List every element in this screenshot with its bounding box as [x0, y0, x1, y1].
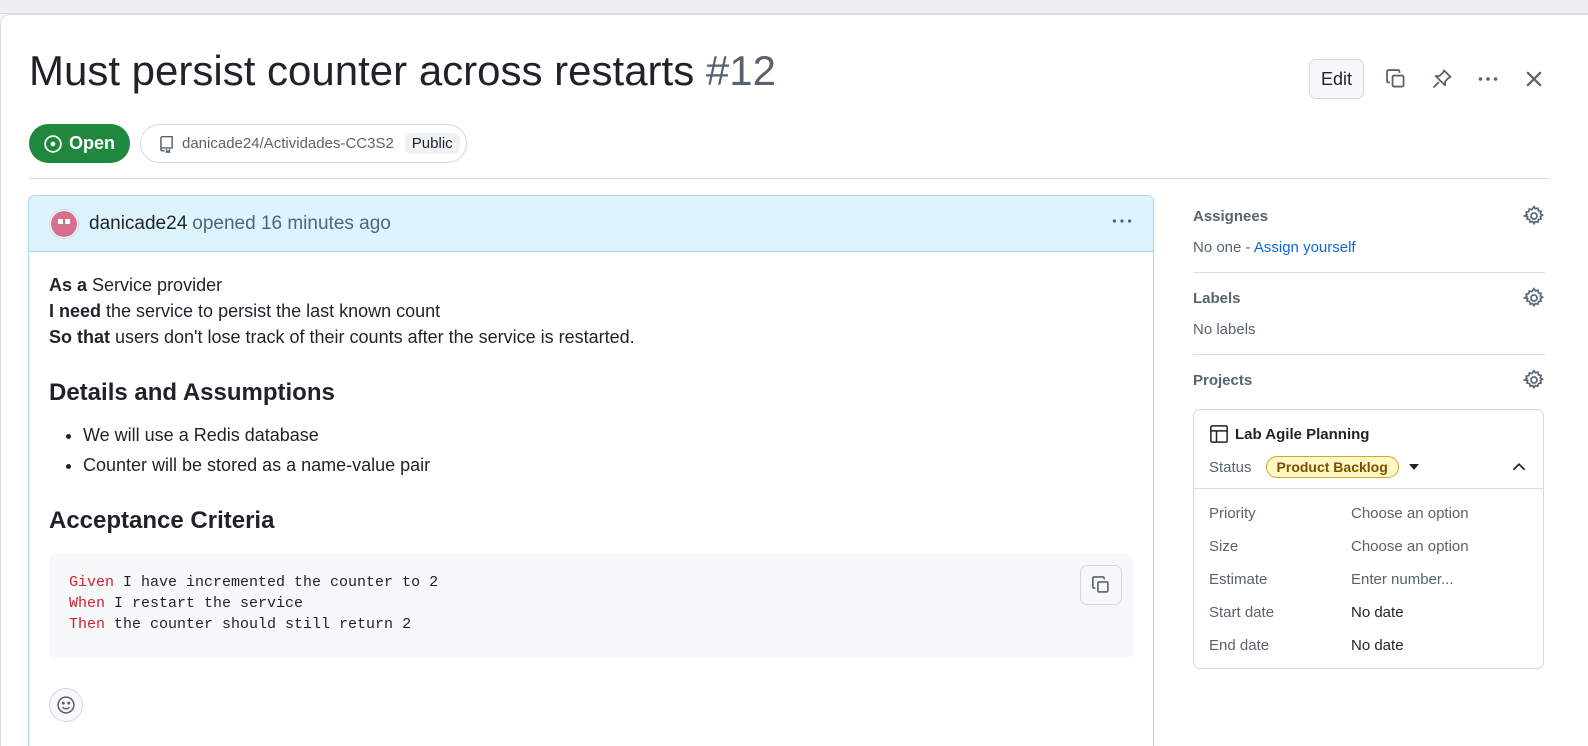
story-text: users don't lose track of their counts a… [110, 327, 635, 347]
issue-title: Must persist counter across restarts #12 [29, 45, 776, 97]
story-line: As a Service provider [49, 272, 1133, 298]
labels-title: Labels [1193, 289, 1241, 307]
issue-state-badge: Open [29, 124, 131, 163]
field-end-date[interactable]: End date No date [1209, 629, 1528, 662]
browser-top-strip [0, 0, 1588, 14]
field-value[interactable]: Choose an option [1351, 505, 1469, 522]
field-value[interactable]: No date [1351, 604, 1404, 621]
code-keyword: When [69, 595, 106, 612]
table-icon [1210, 425, 1228, 443]
issue-title-text: Must persist counter across restarts [29, 47, 695, 94]
issue-state-label: Open [69, 133, 116, 153]
field-label: End date [1209, 637, 1270, 654]
visibility-badge: Public [404, 133, 460, 154]
code-keyword: Then [69, 616, 106, 633]
issue-body-comment: danicade24 opened 16 minutes ago As a Se… [28, 195, 1154, 746]
story-text: the service to persist the last known co… [101, 301, 441, 321]
assignees-none-text: No one - [1193, 239, 1254, 256]
story-line: I need the service to persist the last k… [49, 298, 1133, 324]
field-value[interactable]: Choose an option [1351, 538, 1469, 555]
gear-icon[interactable] [1523, 287, 1545, 309]
field-label: Estimate [1209, 571, 1268, 588]
code-block: Given I have incremented the counter to … [49, 554, 1133, 658]
field-priority[interactable]: Priority Choose an option [1209, 497, 1528, 530]
chevron-up-icon[interactable] [1510, 458, 1528, 476]
comment-author[interactable]: danicade24 [89, 213, 187, 235]
labels-value: No labels [1193, 321, 1256, 338]
repo-pill[interactable]: danicade24/Actividades-CC3S2 Public [140, 124, 467, 163]
status-dropdown-icon[interactable] [1408, 464, 1419, 470]
story-keyword: As a [49, 275, 88, 295]
comment-menu-icon[interactable] [1111, 210, 1133, 238]
copy-icon [1092, 576, 1109, 593]
assignees-section: Assignees No one - Assign yourself [1193, 195, 1545, 273]
header-actions: Edit [1308, 59, 1548, 99]
code-text: I have incremented the counter to 2 [114, 574, 439, 591]
details-heading: Details and Assumptions [49, 379, 335, 406]
projects-title: Projects [1193, 371, 1253, 389]
code-line: Then the counter should still return 2 [69, 614, 1113, 635]
assignees-title: Assignees [1193, 207, 1269, 225]
field-value[interactable]: No date [1351, 637, 1404, 654]
field-estimate[interactable]: Estimate Enter number... [1209, 563, 1528, 596]
close-icon[interactable] [1520, 65, 1548, 93]
repo-icon [160, 135, 173, 153]
projects-section: Projects Lab Agile Planning Status Produ… [1193, 355, 1545, 685]
field-label: Priority [1209, 505, 1256, 522]
project-card: Lab Agile Planning Status Product Backlo… [1193, 409, 1544, 669]
status-label: Status [1209, 458, 1252, 476]
labels-section: Labels No labels [1193, 273, 1545, 355]
comment-header: danicade24 opened 16 minutes ago [29, 196, 1153, 252]
field-start-date[interactable]: Start date No date [1209, 596, 1528, 629]
status-row: Status Product Backlog [1209, 456, 1528, 478]
story-keyword: I need [49, 301, 102, 321]
smiley-icon [57, 696, 75, 714]
code-line: Given I have incremented the counter to … [69, 572, 1113, 593]
comment-timestamp: opened 16 minutes ago [192, 212, 391, 234]
code-text: the counter should still return 2 [105, 616, 412, 633]
copy-code-button[interactable] [1080, 565, 1122, 605]
project-name[interactable]: Lab Agile Planning [1209, 424, 1528, 444]
issue-sidebar: Assignees No one - Assign yourself Label… [1193, 195, 1545, 685]
code-keyword: Given [69, 574, 115, 591]
issue-number: #12 [705, 47, 776, 94]
details-list: We will use a Redis database Counter wil… [83, 422, 1133, 478]
gear-icon[interactable] [1523, 369, 1545, 391]
project-fields: Priority Choose an option Size Choose an… [1194, 489, 1543, 668]
status-badge[interactable]: Product Backlog [1265, 456, 1399, 478]
criteria-heading: Acceptance Criteria [49, 507, 275, 534]
field-label: Size [1209, 538, 1239, 555]
story-text: Service provider [87, 275, 223, 295]
add-reaction-button[interactable] [49, 688, 83, 722]
story-line: So that users don't lose track of their … [49, 324, 1133, 350]
header-divider [29, 178, 1549, 179]
field-size[interactable]: Size Choose an option [1209, 530, 1528, 563]
avatar[interactable] [49, 208, 79, 239]
kebab-icon[interactable] [1474, 65, 1502, 93]
gear-icon[interactable] [1523, 205, 1545, 227]
list-item: Counter will be stored as a name-value p… [83, 452, 1133, 478]
code-text: I restart the service [105, 595, 304, 612]
story-keyword: So that [49, 327, 110, 347]
project-name-text[interactable]: Lab Agile Planning [1235, 426, 1369, 443]
field-label: Start date [1209, 604, 1275, 621]
issue-opened-icon [44, 134, 62, 153]
copy-icon[interactable] [1382, 65, 1410, 93]
code-line: When I restart the service [69, 593, 1113, 614]
assignees-value: No one - Assign yourself [1193, 239, 1545, 256]
pin-icon[interactable] [1428, 65, 1456, 93]
assign-yourself-link[interactable]: Assign yourself [1254, 239, 1356, 256]
list-item: We will use a Redis database [83, 422, 1133, 448]
comment-body: As a Service provider I need the service… [29, 252, 1153, 722]
repo-name[interactable]: danicade24/Actividades-CC3S2 [182, 135, 394, 152]
edit-button[interactable]: Edit [1308, 59, 1364, 99]
field-value[interactable]: Enter number... [1351, 571, 1454, 588]
